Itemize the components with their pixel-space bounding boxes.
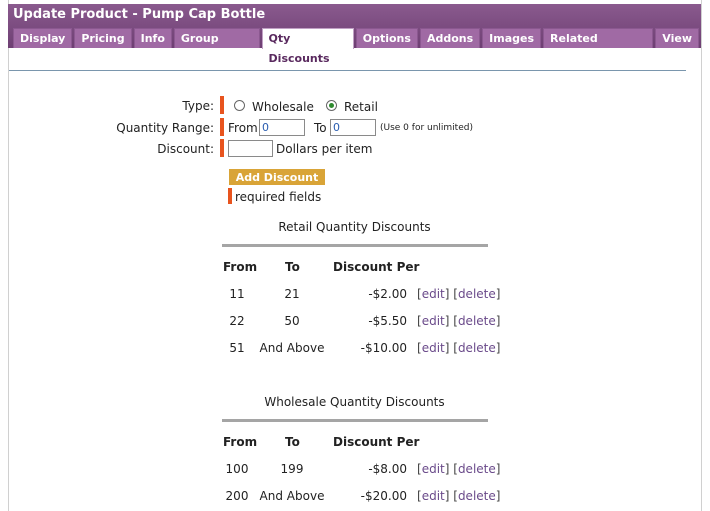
to-cell: And Above [259, 341, 325, 355]
retail-header-to: To [285, 260, 300, 274]
required-marker [220, 118, 224, 136]
wholesale-header-discount: Discount Per [333, 435, 420, 449]
retail-header-from: From [223, 260, 258, 274]
divider [9, 70, 686, 71]
wholesale-radio-label[interactable]: Wholesale [252, 100, 314, 114]
tab-qty-discounts[interactable]: Qty Discounts [261, 28, 354, 65]
tab-info[interactable]: Info [133, 28, 172, 48]
discount-cell: -$10.00 [360, 341, 407, 355]
edit-link[interactable]: edit [422, 462, 445, 476]
tab-bar: Display Pricing Info Group Prices Qty Di… [13, 28, 701, 65]
type-label: Type: [182, 99, 214, 113]
tab-view[interactable]: View [655, 28, 699, 48]
wholesale-divider [222, 419, 488, 422]
from-cell: 11 [229, 287, 245, 301]
from-label: From [228, 121, 258, 135]
tab-related-products[interactable]: Related Products [543, 28, 654, 65]
delete-link[interactable]: delete [458, 341, 496, 355]
from-input[interactable] [259, 119, 305, 136]
edit-link[interactable]: edit [422, 489, 445, 503]
discount-input[interactable] [228, 140, 273, 157]
discount-cell: -$5.50 [368, 314, 407, 328]
wholesale-discounts-title: Wholesale Quantity Discounts [264, 395, 445, 409]
edit-link[interactable]: edit [422, 341, 445, 355]
tab-options[interactable]: Options [355, 28, 418, 48]
from-cell: 200 [225, 489, 249, 503]
required-fields-note: required fields [235, 190, 322, 204]
from-cell: 22 [229, 314, 245, 328]
wholesale-header-to: To [285, 435, 300, 449]
tab-group-prices[interactable]: Group Prices [173, 28, 260, 65]
to-cell: And Above [259, 489, 325, 503]
tab-images[interactable]: Images [482, 28, 542, 48]
wholesale-header-from: From [223, 435, 258, 449]
retail-radio[interactable] [326, 100, 337, 111]
edit-link[interactable]: edit [422, 287, 445, 301]
retail-discounts-title: Retail Quantity Discounts [278, 220, 431, 234]
retail-divider [222, 244, 488, 247]
add-discount-button[interactable]: Add Discount [229, 169, 325, 185]
to-label: To [314, 121, 327, 135]
required-marker [228, 188, 232, 204]
delete-link[interactable]: delete [458, 489, 496, 503]
discount-cell: -$2.00 [368, 287, 407, 301]
unlimited-hint: (Use 0 for unlimited) [380, 123, 473, 133]
from-cell: 51 [229, 341, 245, 355]
quantity-range-label: Quantity Range: [116, 121, 214, 135]
delete-link[interactable]: delete [458, 314, 496, 328]
required-marker [220, 96, 224, 114]
retail-radio-label[interactable]: Retail [344, 100, 378, 114]
header-bar: Update Product - Pump Cap Bottle Display… [8, 4, 701, 65]
edit-link[interactable]: edit [422, 314, 445, 328]
retail-header-discount: Discount Per [333, 260, 420, 274]
tab-addons[interactable]: Addons [419, 28, 481, 48]
page-title: Update Product - Pump Cap Bottle [13, 7, 266, 22]
discount-cell: -$8.00 [368, 462, 407, 476]
to-cell: 199 [280, 462, 304, 476]
wholesale-radio[interactable] [234, 100, 245, 111]
required-marker [220, 139, 224, 157]
delete-link[interactable]: delete [458, 287, 496, 301]
discount-unit: Dollars per item [276, 142, 373, 156]
tab-display[interactable]: Display [13, 28, 73, 48]
to-input[interactable] [330, 119, 376, 136]
to-cell: 50 [284, 314, 300, 328]
tab-pricing[interactable]: Pricing [74, 28, 132, 48]
to-cell: 21 [284, 287, 300, 301]
discount-label: Discount: [157, 142, 214, 156]
delete-link[interactable]: delete [458, 462, 496, 476]
from-cell: 100 [225, 462, 249, 476]
discount-cell: -$20.00 [360, 489, 407, 503]
